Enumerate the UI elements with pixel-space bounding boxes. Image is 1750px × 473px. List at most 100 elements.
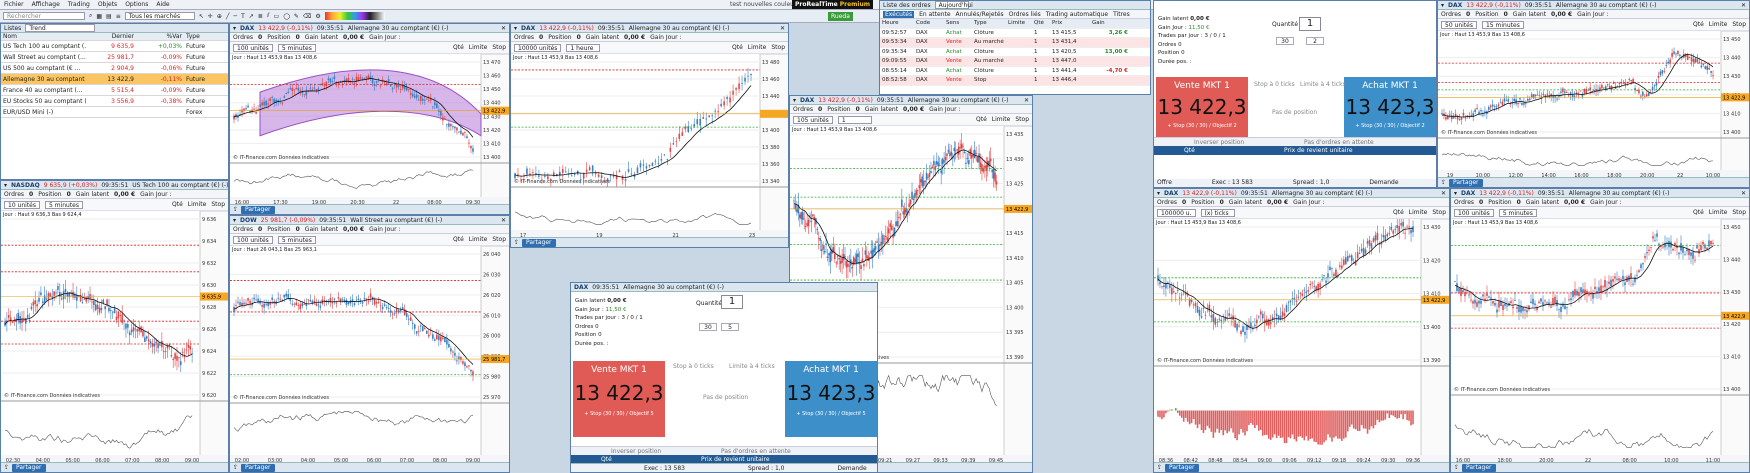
units-select[interactable]: 50 unités [1441,20,1477,29]
limit-ticks-label[interactable]: Limite à 4 ticks [729,363,775,370]
line-tool-icon[interactable]: ╱ [226,13,230,20]
chart-header[interactable]: ▾ DAX 13 422,9 (-0,11%) 09:35:51 Allemag… [1154,189,1449,198]
limit-ticks-right[interactable]: Limite à 4 ticks [1300,81,1346,88]
share-icon[interactable]: ⇪ [233,206,238,213]
close-icon[interactable]: ✕ [1441,190,1446,197]
orders-tab[interactable]: Exécutés [883,10,915,18]
order-row[interactable]: 09:53:34 DAX Vente Au marché 1 13 431,4 [880,38,1150,48]
stop-button[interactable]: Stop [492,236,506,243]
col-nom[interactable]: Nom [1,33,86,40]
chart-header[interactable]: ▾ DAX 13 422,9 (-0,11%) 09:35:51 Allemag… [1451,189,1749,198]
menu-trading[interactable]: Trading [68,1,90,8]
watchlist-row[interactable]: US 500 au comptant (€ ... 2 904,9 -0,06% Fu… [1,63,228,74]
stop-button[interactable]: Stop [1015,116,1029,123]
units-select[interactable]: 105 unités [793,115,833,124]
orders-col-header[interactable]: Type [972,20,1006,26]
stop-button[interactable]: Stop [492,44,506,51]
rect-tool-icon[interactable]: ▭ [274,13,280,20]
stop-button[interactable]: Stop [1732,21,1746,28]
order-row[interactable]: 09:35:34 DAX Achat Clôture 1 13 420,5 13,00 € [880,48,1150,57]
color-palette-icon[interactable] [324,12,385,20]
col-dernier[interactable]: Dernier [86,33,136,40]
watchlist-row[interactable]: France 40 au comptant (... 5 515,4 -0,09% F… [1,85,228,96]
order-row[interactable]: 08:52:58 DAX Vente Stop 1 13 446,4 [880,76,1150,86]
stop-input[interactable]: 30 [699,323,717,331]
settings-icon[interactable]: ⚙ [315,13,320,20]
orders-tab[interactable]: Annulés/Rejetés [956,11,1004,18]
stop-button[interactable]: Stop [771,44,785,51]
chart-menu-icon[interactable]: ▾ [233,25,236,32]
market-select[interactable]: Tous les marchés [124,12,195,20]
chart-header[interactable]: ▾ DAX 13 422,9 (-0,11%) 09:35:51 Allemag… [790,96,1032,105]
quantity-input[interactable]: 1 [721,295,743,309]
chart-menu-icon[interactable]: ▾ [1157,190,1160,197]
list-icon[interactable]: ≡ [116,13,121,20]
chart-menu-icon[interactable]: ▾ [793,97,796,104]
limit-button[interactable]: Limite [1709,21,1728,28]
chart-icon[interactable]: ▤ [106,13,112,20]
zoom-icon[interactable]: ⊕ [217,13,222,20]
order-row[interactable]: 09:52:57 DAX Achat Clôture 1 13 415,5 3,26 € [880,29,1150,38]
timeframe-select[interactable]: 5 minutes [1498,208,1537,217]
menu-options[interactable]: Options [125,1,148,8]
close-icon[interactable]: ✕ [501,25,506,32]
limit-button[interactable]: Limite [1709,209,1728,216]
limit-button[interactable]: Limite [469,44,488,51]
price-chart[interactable]: 9 636 9 634 9 632 9 630 9 628 9 626 9 624 9 622… [1,211,229,464]
orders-col-header[interactable]: Heure [880,20,914,26]
grid-icon[interactable]: ▦ [96,13,102,20]
units-select[interactable]: 10 unités [4,200,40,209]
invert-position-right[interactable]: Inverser position [1194,139,1244,146]
ellipse-tool-icon[interactable]: ◯ [283,13,290,20]
stop-button[interactable]: Stop [1732,209,1746,216]
route-badge[interactable]: Rueda [828,12,853,21]
search-input[interactable]: Rechercher [3,12,85,20]
quantity-input-right[interactable]: 1 [1299,17,1321,31]
stop-button[interactable]: Stop [1432,209,1446,216]
watchlist-row[interactable]: Allemagne 30 au comptant (... 13 422,9 -0,… [1,74,228,85]
share-button[interactable]: Partager [12,463,46,472]
chart-menu-icon[interactable]: ▾ [1454,190,1457,197]
chart-menu-icon[interactable]: ▾ [1441,2,1444,9]
share-icon[interactable]: ⇪ [1454,464,1459,471]
sell-market-button[interactable]: Vente MKT 1 13 422,3 + Stop (30 / 30) / … [573,361,665,437]
crosshair-icon[interactable]: ✛ [208,13,213,20]
price-chart[interactable]: 26 04026 03026 02026 01026 00025 99025 9… [230,246,510,464]
share-icon[interactable]: ⇪ [514,239,519,246]
units-select[interactable]: 100 unités [233,43,273,52]
chart-header[interactable]: ▾ DOW 25 981,7 (-0,09%) 09:35:51 Wall St… [230,216,509,225]
objective-input[interactable]: 5 [721,323,739,331]
chart-header[interactable]: ▾ DAX 13 422,9 (-0,11%) 09:35:51 Allemag… [511,24,788,33]
timeframe-select[interactable]: 5 minutes [277,43,316,52]
timeframe-select[interactable]: (x) ticks [1200,208,1235,217]
share-button[interactable]: Partager [241,463,275,472]
orders-col-header[interactable]: Gain [1090,20,1130,26]
stop-input-right[interactable]: 30 [1276,37,1294,45]
order-row[interactable]: 09:09:55 DAX Vente Au marché 1 13 447,0 [880,57,1150,67]
close-icon[interactable]: ✕ [780,25,785,32]
limit-button[interactable]: Limite [992,116,1011,123]
hline-tool-icon[interactable]: ─ [233,13,237,20]
cursor-icon[interactable]: ↖ [199,13,204,20]
chart-menu-icon[interactable]: ▾ [514,25,517,32]
share-icon[interactable]: ⇪ [233,464,238,471]
col-type[interactable]: Type [184,33,224,40]
units-select[interactable]: 100000 u. [1157,208,1196,217]
pen-tool-icon[interactable]: ✎ [294,13,299,20]
chart-header[interactable]: ▾ DAX 13 422,9 (-0,11%) 09:35:51 Allemag… [1438,1,1749,10]
limit-button[interactable]: Limite [469,236,488,243]
orders-tab[interactable]: Ordres liés [1009,11,1041,18]
orders-col-header[interactable]: Prix [1050,20,1090,26]
orders-filter[interactable]: Aujourd'hui [934,1,973,9]
price-chart[interactable]: 13 43013 42013 41013 40013 39013 422,908… [1154,219,1450,464]
buy-market-button[interactable]: Achat MKT 1 13 423,3 + Stop (30 / 30) / … [785,361,877,437]
share-icon[interactable]: ⇪ [4,464,9,471]
stop-button[interactable]: Stop [211,201,225,208]
orders-col-header[interactable]: Qté [1032,20,1050,26]
share-icon[interactable]: ⇪ [1157,464,1162,471]
order-row[interactable]: 08:55:14 DAX Achat Clôture 1 13 441,4 -4,70 € [880,67,1150,76]
objective-input-right[interactable]: 2 [1306,37,1324,45]
orders-col-header[interactable]: Sens [944,20,972,26]
stop-ticks-label[interactable]: Stop à 0 ticks [673,363,714,370]
menu-fichier[interactable]: Fichier [4,1,24,8]
